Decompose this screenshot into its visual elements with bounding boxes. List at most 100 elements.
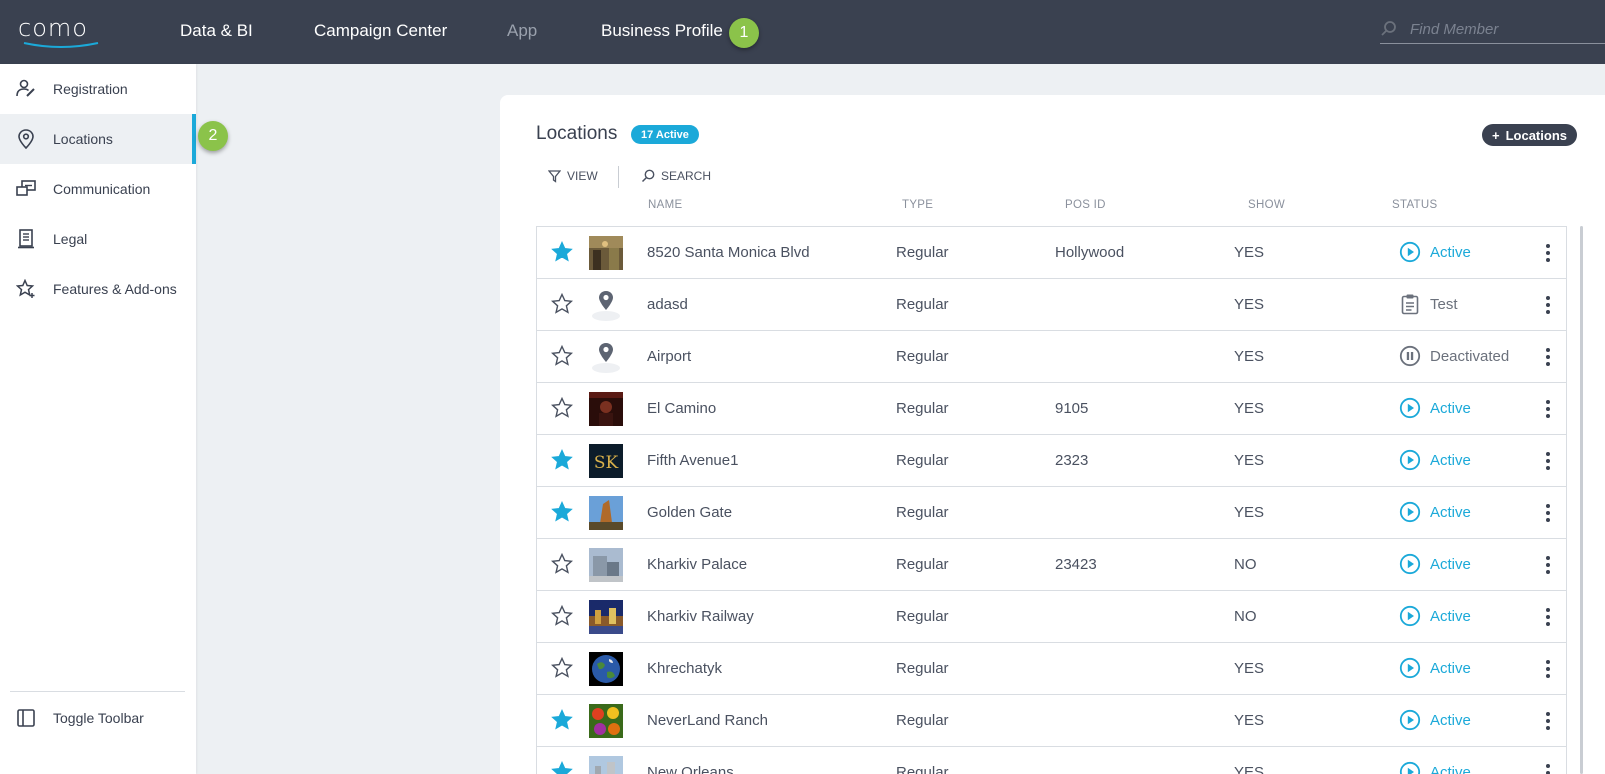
location-name[interactable]: Kharkiv Palace [647, 556, 747, 573]
star-outline-icon[interactable] [550, 344, 574, 367]
location-status[interactable]: Active [1399, 397, 1471, 419]
column-header-status[interactable]: STATUS [1392, 199, 1437, 211]
table-row[interactable]: New Orleans Regular YES Active [536, 747, 1567, 774]
star-outline-icon[interactable] [550, 656, 574, 679]
find-member-input[interactable] [1410, 18, 1600, 40]
toggle-toolbar-button[interactable]: Toggle Toolbar [0, 693, 196, 743]
more-vertical-icon[interactable] [1543, 243, 1553, 263]
column-header-name[interactable]: NAME [648, 199, 682, 211]
column-header-pos-id[interactable]: POS ID [1065, 199, 1106, 211]
find-member-search[interactable] [1380, 14, 1605, 44]
table-row[interactable]: Khrechatyk Regular YES Active [536, 643, 1567, 695]
active-count-badge: 17 Active [631, 125, 699, 144]
search-button[interactable]: SEARCH [641, 169, 711, 183]
play-circle-icon [1399, 501, 1421, 523]
table-row[interactable]: Golden Gate Regular YES Active [536, 487, 1567, 539]
more-vertical-icon[interactable] [1543, 399, 1553, 419]
column-header-type[interactable]: TYPE [902, 199, 933, 211]
como-logo[interactable]: COMO [18, 14, 108, 48]
play-circle-icon [1399, 605, 1421, 627]
location-type: Regular [896, 400, 949, 417]
table-row[interactable]: SK Fifth Avenue1 Regular 2323 YES Active [536, 435, 1567, 487]
star-filled-icon[interactable] [551, 501, 573, 523]
location-show: YES [1234, 296, 1265, 313]
location-name[interactable]: Khrechatyk [647, 660, 722, 677]
location-name[interactable]: 8520 Santa Monica Blvd [647, 244, 810, 261]
more-vertical-icon[interactable] [1543, 711, 1553, 731]
more-vertical-icon[interactable] [1543, 347, 1553, 367]
location-status[interactable]: Active [1399, 241, 1471, 263]
more-vertical-icon[interactable] [1543, 295, 1553, 315]
locations-table: 8520 Santa Monica Blvd Regular Hollywood YE… [536, 226, 1567, 774]
add-location-button[interactable]: + Locations [1482, 124, 1577, 146]
star-filled-icon[interactable] [551, 241, 573, 263]
more-vertical-icon[interactable] [1543, 503, 1553, 523]
location-name[interactable]: NeverLand Ranch [647, 712, 768, 729]
star-filled-icon[interactable] [551, 761, 573, 774]
sidebar-item-label: Locations [53, 131, 113, 147]
location-name[interactable]: Airport [647, 348, 691, 365]
more-vertical-icon[interactable] [1543, 659, 1553, 679]
svg-text:SK: SK [594, 453, 619, 473]
nav-business-profile[interactable]: Business Profile [601, 21, 723, 41]
location-name[interactable]: adasd [647, 296, 688, 313]
location-name[interactable]: New Orleans [647, 764, 734, 774]
location-status[interactable]: Active [1399, 657, 1471, 679]
view-filter-button[interactable]: VIEW [548, 169, 598, 183]
location-status[interactable]: Deactivated [1399, 345, 1509, 367]
sidebar-item-label: Legal [53, 231, 88, 247]
location-name[interactable]: Kharkiv Railway [647, 608, 754, 625]
sidebar-item-features-addons[interactable]: Features & Add-ons [0, 264, 196, 314]
location-thumbnail [589, 756, 623, 774]
page-title: Locations [536, 123, 618, 144]
table-row[interactable]: Kharkiv Railway Regular NO Active [536, 591, 1567, 643]
table-row[interactable]: El Camino Regular 9105 YES Active [536, 383, 1567, 435]
location-status[interactable]: Active [1399, 709, 1471, 731]
sidebar-item-communication[interactable]: Communication [0, 164, 196, 214]
locations-panel: Locations 17 Active + Locations VIEW SEA… [500, 95, 1605, 774]
location-show: YES [1234, 452, 1265, 469]
location-status[interactable]: Active [1399, 501, 1471, 523]
location-show: YES [1234, 660, 1265, 677]
star-filled-icon[interactable] [551, 449, 573, 471]
more-vertical-icon[interactable] [1543, 763, 1553, 774]
location-status[interactable]: Test [1399, 293, 1458, 315]
star-filled-icon[interactable] [551, 709, 573, 731]
sidebar-item-legal[interactable]: Legal [0, 214, 196, 264]
location-status[interactable]: Active [1399, 605, 1471, 627]
more-vertical-icon[interactable] [1543, 451, 1553, 471]
location-type: Regular [896, 348, 949, 365]
nav-app[interactable]: App [507, 21, 537, 41]
more-vertical-icon[interactable] [1543, 555, 1553, 575]
location-name[interactable]: El Camino [647, 400, 716, 417]
star-outline-icon[interactable] [550, 604, 574, 627]
table-row[interactable]: NeverLand Ranch Regular YES Active [536, 695, 1567, 747]
play-circle-icon [1399, 449, 1421, 471]
table-scrollbar[interactable] [1580, 226, 1583, 774]
table-row[interactable]: Airport Regular YES Deactivated [536, 331, 1567, 383]
sidebar-item-locations[interactable]: Locations [0, 114, 196, 164]
nav-campaign-center[interactable]: Campaign Center [314, 21, 447, 41]
table-row[interactable]: 8520 Santa Monica Blvd Regular Hollywood YE… [536, 227, 1567, 279]
star-outline-icon[interactable] [550, 396, 574, 419]
location-show: NO [1234, 608, 1257, 625]
location-thumbnail [589, 652, 623, 686]
location-thumbnail [589, 600, 623, 634]
location-status[interactable]: Active [1399, 553, 1471, 575]
column-header-show[interactable]: SHOW [1248, 199, 1285, 211]
star-outline-icon[interactable] [550, 552, 574, 575]
toolbar-separator [618, 166, 619, 188]
location-show: NO [1234, 556, 1257, 573]
location-status[interactable]: Active [1399, 449, 1471, 471]
table-row[interactable]: adasd Regular YES Test [536, 279, 1567, 331]
location-name[interactable]: Golden Gate [647, 504, 732, 521]
location-pos-id: 2323 [1055, 452, 1089, 469]
location-name[interactable]: Fifth Avenue1 [647, 452, 738, 469]
star-outline-icon[interactable] [550, 292, 574, 315]
location-type: Regular [896, 244, 949, 261]
nav-data-bi[interactable]: Data & BI [180, 21, 253, 41]
sidebar-item-registration[interactable]: Registration [0, 64, 196, 114]
location-status[interactable]: Active [1399, 761, 1471, 774]
more-vertical-icon[interactable] [1543, 607, 1553, 627]
table-row[interactable]: Kharkiv Palace Regular 23423 NO Active [536, 539, 1567, 591]
